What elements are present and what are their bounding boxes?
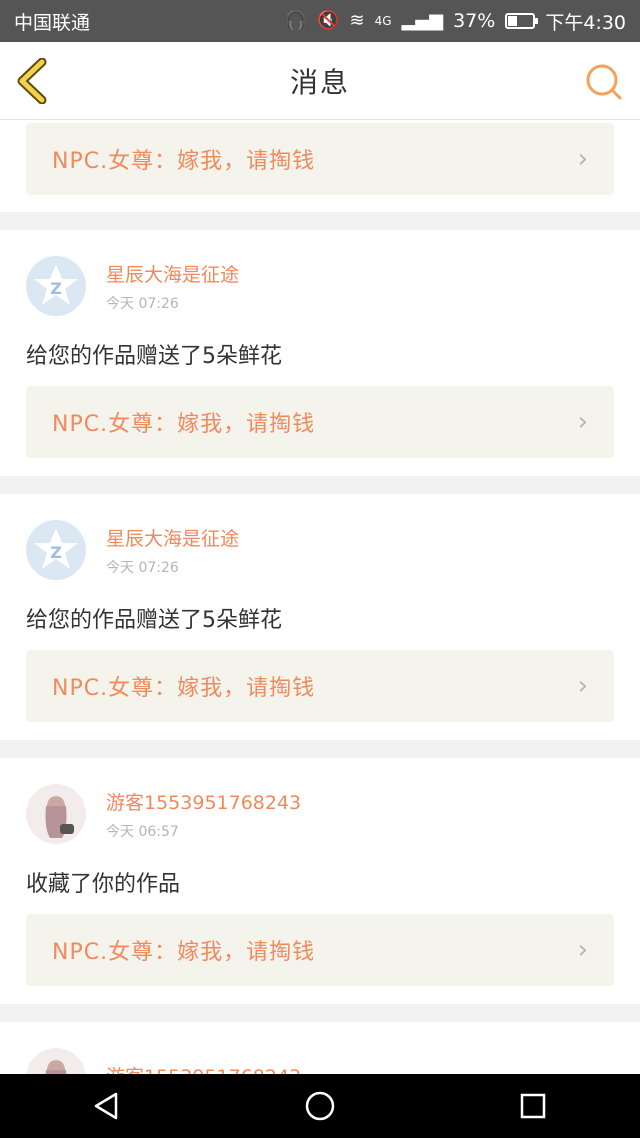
search-icon (586, 64, 622, 100)
work-link[interactable]: NPC.女尊：嫁我，请掏钱 › (26, 914, 614, 986)
sender-name: 星辰大海是征途 (106, 527, 240, 550)
message-time: 今天 06:57 (106, 823, 179, 840)
signal-icon: ▂▄▆ (401, 10, 444, 31)
message-sender[interactable]: Z 星辰大海是征途 今天 07:26 (26, 256, 239, 316)
chevron-left-icon (17, 57, 47, 105)
message-text: 收藏了你的作品 (26, 872, 181, 897)
avatar[interactable] (26, 1048, 86, 1074)
battery-fill (508, 16, 518, 26)
work-title: NPC.女尊：嫁我，请掏钱 (52, 412, 316, 437)
message-card: 游客1553951768243 (0, 1022, 640, 1074)
qq-star-avatar-icon: Z (34, 264, 78, 305)
circle-home-icon (305, 1091, 335, 1121)
nav-home-button[interactable] (300, 1086, 340, 1126)
chevron-right-icon: › (577, 407, 588, 437)
message-feed[interactable]: NPC.女尊：嫁我，请掏钱 › Z 星辰大海是征途 今天 07:26 给您的作品… (0, 120, 640, 1074)
clock-label: 下午4:30 (545, 11, 626, 34)
network-type-label: 4G (374, 14, 392, 28)
message-text: 给您的作品赠送了5朵鲜花 (26, 608, 282, 633)
app-header: 消息 (0, 42, 640, 120)
chevron-right-icon: › (577, 935, 588, 965)
anime-girl-avatar-icon (45, 1060, 67, 1074)
svg-text:Z: Z (50, 279, 62, 298)
sender-name: 游客1553951768243 (106, 791, 302, 814)
message-sender[interactable]: Z 星辰大海是征途 今天 07:26 (26, 520, 239, 580)
avatar[interactable]: Z (26, 256, 86, 316)
message-text: 给您的作品赠送了5朵鲜花 (26, 344, 282, 369)
anime-girl-avatar-icon (45, 796, 74, 838)
sender-name: 游客1553951768243 (106, 1062, 301, 1075)
message-card: Z 星辰大海是征途 今天 07:26 给您的作品赠送了5朵鲜花 NPC.女尊：嫁… (0, 494, 640, 740)
message-time: 今天 07:26 (106, 559, 179, 576)
message-time: 今天 07:26 (106, 295, 179, 312)
status-icons: 🎧 🔇 ≋ 4G ▂▄▆ 37% 下午4:30 (285, 8, 626, 35)
nav-recent-button[interactable] (513, 1086, 553, 1126)
chevron-right-icon: › (577, 144, 588, 174)
carrier-label: 中国联通 (14, 11, 91, 34)
avatar[interactable] (26, 784, 86, 844)
wifi-icon: ≋ (349, 10, 365, 31)
work-link[interactable]: NPC.女尊：嫁我，请掏钱 › (26, 123, 614, 195)
message-card: NPC.女尊：嫁我，请掏钱 › (0, 120, 640, 212)
chevron-right-icon: › (577, 671, 588, 701)
message-sender[interactable]: 游客1553951768243 今天 06:57 (26, 784, 301, 844)
status-bar: 中国联通 🎧 🔇 ≋ 4G ▂▄▆ 37% 下午4:30 (0, 0, 640, 42)
battery-icon (505, 13, 539, 29)
square-recent-icon (521, 1093, 546, 1119)
work-link[interactable]: NPC.女尊：嫁我，请掏钱 › (26, 650, 614, 722)
work-link[interactable]: NPC.女尊：嫁我，请掏钱 › (26, 386, 614, 458)
back-button[interactable] (14, 57, 54, 105)
mute-icon: 🔇 (317, 10, 340, 31)
work-title: NPC.女尊：嫁我，请掏钱 (52, 940, 316, 965)
page-title: 消息 (289, 65, 350, 99)
nav-back-button[interactable] (87, 1086, 127, 1126)
triangle-back-icon (94, 1092, 117, 1120)
sender-name: 星辰大海是征途 (106, 263, 240, 286)
avatar[interactable]: Z (26, 520, 86, 580)
battery-percent: 37% (453, 10, 496, 32)
work-title: NPC.女尊：嫁我，请掏钱 (52, 149, 316, 174)
system-nav-bar (0, 1074, 640, 1138)
qq-star-avatar-icon: Z (34, 528, 78, 569)
work-title: NPC.女尊：嫁我，请掏钱 (52, 676, 316, 701)
message-sender[interactable]: 游客1553951768243 (26, 1048, 301, 1074)
headphones-icon: 🎧 (284, 10, 308, 31)
svg-text:Z: Z (50, 543, 62, 562)
message-card: 游客1553951768243 今天 06:57 收藏了你的作品 NPC.女尊：… (0, 758, 640, 1004)
search-button[interactable] (584, 62, 624, 102)
message-card: Z 星辰大海是征途 今天 07:26 给您的作品赠送了5朵鲜花 NPC.女尊：嫁… (0, 230, 640, 476)
